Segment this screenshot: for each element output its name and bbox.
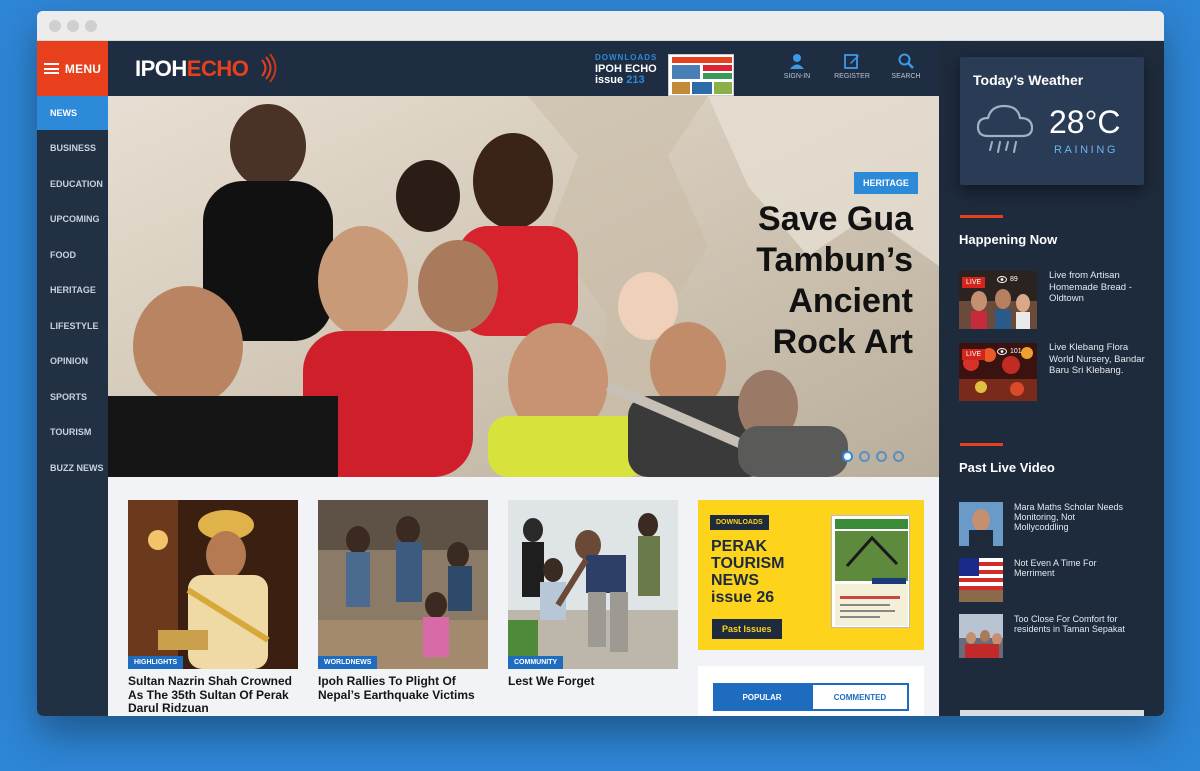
past-issues-button[interactable]: Past Issues: [712, 619, 782, 639]
site-header: IPOHECHO DOWNLOADS IPOH ECHO issue 213 S…: [108, 41, 939, 96]
nav-item-heritage[interactable]: HERITAGE: [37, 273, 108, 307]
logo-waves-icon: [261, 54, 277, 82]
past-video-thumbnail: [959, 558, 1003, 602]
site-logo[interactable]: IPOHECHO: [135, 56, 249, 82]
window-maximize-dot[interactable]: [85, 20, 97, 32]
news-card[interactable]: WORLDNEWS Ipoh Rallies To Plight Of Nepa…: [318, 500, 488, 702]
nav-item-lifestyle[interactable]: LIFESTYLE: [37, 309, 108, 343]
edit-icon: [844, 54, 859, 69]
nav-item-news[interactable]: NEWS: [37, 96, 108, 130]
hamburger-icon: [43, 63, 59, 74]
live-video-thumbnail: LIVE 89: [959, 271, 1037, 329]
weather-widget: Today’s Weather 28°C RAINING: [960, 57, 1144, 185]
past-video-thumbnail: [959, 502, 1003, 546]
downloads-ad[interactable]: DOWNLOADS PERAK TOURISM NEWS issue 26 Pa…: [698, 500, 924, 650]
downloads-promo[interactable]: DOWNLOADS IPOH ECHO issue 213: [595, 54, 657, 86]
news-card-tag[interactable]: COMMUNITY: [508, 656, 564, 669]
search-label: SEARCH: [891, 73, 921, 80]
live-badge: LIVE: [962, 277, 986, 288]
nav-item-tourism[interactable]: TOURISM: [37, 415, 108, 449]
past-video-title[interactable]: Too Close For Comfort for residents in T…: [1014, 614, 1132, 634]
news-card-title[interactable]: Lest We Forget: [508, 674, 678, 689]
popular-commented-box: POPULAR COMMENTED: [698, 666, 924, 716]
ad-downloads-badge: DOWNLOADS: [710, 515, 769, 530]
menu-button[interactable]: MENU: [37, 41, 108, 96]
sidebar-bottom-widget: [960, 710, 1144, 716]
news-card-tag[interactable]: HIGHLIGHTS: [128, 656, 184, 669]
tab-commented[interactable]: COMMENTED: [811, 683, 909, 711]
past-video-item[interactable]: Too Close For Comfort for residents in T…: [959, 614, 1144, 658]
window-close-dot[interactable]: [49, 20, 61, 32]
weather-temperature: 28°C: [1049, 104, 1121, 140]
nav-item-business[interactable]: BUSINESS: [37, 131, 108, 165]
right-sidebar: Today’s Weather 28°C RAINING Happening N…: [939, 41, 1164, 716]
slider-dot-3[interactable]: [876, 451, 887, 462]
slider-dot-1[interactable]: [842, 451, 853, 462]
user-icon: [790, 54, 804, 69]
downloads-issue: issue 213: [595, 74, 645, 86]
tab-popular[interactable]: POPULAR: [713, 683, 811, 711]
live-video-item[interactable]: LIVE 89 Live from Artisan Homemade Bread…: [959, 270, 1145, 329]
browser-window: MENU NEWS BUSINESS EDUCATION UPCOMING FO…: [37, 11, 1164, 716]
nav-item-food[interactable]: FOOD: [37, 238, 108, 272]
view-count: 89: [997, 276, 1018, 283]
issue-cover-thumbnail[interactable]: [668, 54, 734, 96]
hero-slider[interactable]: HERITAGE Save Gua Tambun’s Ancient Rock …: [108, 96, 939, 477]
hero-title[interactable]: Save Gua Tambun’s Ancient Rock Art: [653, 199, 913, 363]
sign-in-label: SIGN-IN: [783, 73, 811, 80]
window-minimize-dot[interactable]: [67, 20, 79, 32]
downloads-label: DOWNLOADS: [595, 53, 658, 62]
past-video-title[interactable]: Mara Maths Scholar Needs Monitoring, Not…: [1014, 502, 1132, 532]
news-card-tag[interactable]: WORLDNEWS: [318, 656, 378, 669]
hero-category-tag[interactable]: HERITAGE: [854, 172, 918, 194]
live-video-title[interactable]: Live Klebang Flora World Nursery, Bandar…: [1049, 342, 1145, 377]
view-count: 101: [997, 348, 1022, 355]
live-video-thumbnail: LIVE 101: [959, 343, 1037, 401]
nav-item-buzz-news[interactable]: BUZZ NEWS: [37, 451, 108, 485]
ad-title: PERAK TOURISM NEWS issue 26: [711, 538, 785, 606]
eye-icon: [997, 348, 1007, 355]
menu-label: MENU: [64, 61, 102, 76]
past-video-item[interactable]: Mara Maths Scholar Needs Monitoring, Not…: [959, 502, 1144, 546]
news-card-image: WORLDNEWS: [318, 500, 488, 669]
nav-item-sports[interactable]: SPORTS: [37, 380, 108, 414]
past-live-video-title: Past Live Video: [959, 460, 1055, 475]
happening-now-title: Happening Now: [959, 232, 1058, 247]
register-label: REGISTER: [834, 73, 870, 80]
search-button[interactable]: SEARCH: [884, 53, 928, 80]
cloud-rain-icon: [976, 104, 1034, 153]
section-divider: [960, 443, 1003, 446]
slider-pagination: [842, 451, 904, 462]
news-card[interactable]: HIGHLIGHTS Sultan Nazrin Shah Crowned As…: [128, 500, 298, 716]
news-card-image: COMMUNITY: [508, 500, 678, 669]
news-card-image: HIGHLIGHTS: [128, 500, 298, 669]
magazine-cover-thumbnail[interactable]: [831, 515, 910, 628]
weather-condition: RAINING: [1054, 144, 1119, 156]
eye-icon: [997, 276, 1007, 283]
left-sidebar-nav: MENU NEWS BUSINESS EDUCATION UPCOMING FO…: [37, 41, 108, 716]
news-card-title[interactable]: Sultan Nazrin Shah Crowned As The 35th S…: [128, 674, 298, 716]
live-video-title[interactable]: Live from Artisan Homemade Bread - Oldto…: [1049, 270, 1145, 305]
slider-dot-2[interactable]: [859, 451, 870, 462]
window-titlebar: [37, 11, 1164, 41]
sign-in-button[interactable]: SIGN-IN: [775, 53, 819, 80]
news-card[interactable]: COMMUNITY Lest We Forget: [508, 500, 678, 689]
live-badge: LIVE: [962, 349, 986, 360]
slider-dot-4[interactable]: [893, 451, 904, 462]
past-video-thumbnail: [959, 614, 1003, 658]
nav-item-opinion[interactable]: OPINION: [37, 344, 108, 378]
past-video-title[interactable]: Not Even A Time For Merriment: [1014, 558, 1132, 578]
news-card-title[interactable]: Ipoh Rallies To Plight Of Nepal’s Earthq…: [318, 674, 488, 702]
nav-item-upcoming[interactable]: UPCOMING: [37, 202, 108, 236]
past-video-item[interactable]: Not Even A Time For Merriment: [959, 558, 1144, 602]
logo-ipoh-text: IPOH: [135, 56, 187, 81]
search-icon: [898, 53, 914, 69]
logo-echo-text: ECHO: [186, 56, 249, 81]
weather-title: Today’s Weather: [973, 72, 1084, 88]
section-divider: [960, 215, 1003, 218]
register-button[interactable]: REGISTER: [830, 53, 874, 80]
live-video-item[interactable]: LIVE 101 Live Klebang Flora World Nurser…: [959, 342, 1145, 401]
nav-item-education[interactable]: EDUCATION: [37, 167, 108, 201]
